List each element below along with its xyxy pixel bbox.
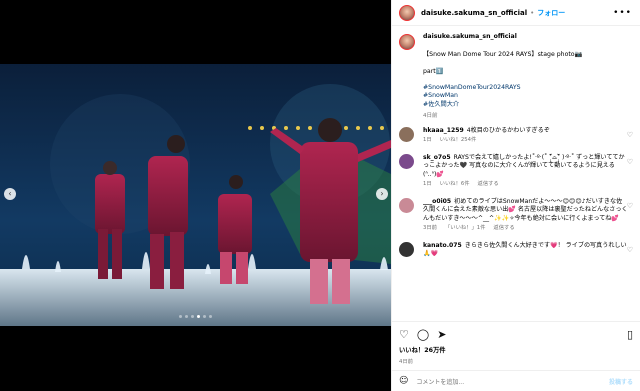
comment-time: 3日前 bbox=[423, 225, 437, 232]
carousel-dot bbox=[203, 315, 206, 318]
author-avatar[interactable] bbox=[399, 4, 415, 21]
caption-line: part1️⃣ bbox=[423, 67, 444, 75]
caption-line bbox=[423, 60, 582, 68]
comment-composer: ☺ コメントを追加... 投稿する bbox=[392, 370, 640, 391]
comment-text: 4枚目のひかるかわいすぎるぞ bbox=[466, 126, 550, 134]
author-username[interactable]: daisuke.sakuma_sn_official bbox=[421, 9, 527, 17]
comment-item: sk_o7o5 RAYSで会えて嬉しかったよ!˚‧º·(˚ ˃̣̣̥᷄⌓˂̣̣̥᷅… bbox=[399, 153, 633, 189]
post-media[interactable]: ‹ › bbox=[0, 0, 391, 391]
follow-button[interactable]: フォロー bbox=[537, 8, 565, 18]
commenter-avatar[interactable] bbox=[399, 241, 414, 257]
carousel-dot bbox=[191, 315, 194, 318]
carousel-prev-button[interactable]: ‹ bbox=[4, 188, 16, 200]
commenter-username[interactable]: ___o0i05 bbox=[423, 198, 451, 205]
header-separator: • bbox=[530, 8, 535, 17]
caption-line: 【Snow Man Dome Tour 2024 RAYS】stage phot… bbox=[423, 51, 583, 59]
post-caption: daisuke.sakuma_sn_official 【Snow Man Dom… bbox=[392, 26, 640, 121]
hashtag-link[interactable]: #SnowMan bbox=[423, 92, 582, 100]
comment-time: 1日 bbox=[423, 137, 432, 144]
comment-item: kanato.075 きらきら佐久間くん大好きです💗！ ライブの写真うれしい🙏💗 … bbox=[399, 241, 633, 259]
carousel-indicator bbox=[0, 315, 391, 318]
caption-avatar[interactable] bbox=[399, 34, 415, 50]
commenter-avatar[interactable] bbox=[399, 153, 414, 169]
hashtag-link[interactable]: #SnowManDomeTour2024RAYS bbox=[423, 84, 582, 92]
post-time: 4日前 bbox=[399, 359, 413, 365]
post-panel: daisuke.sakuma_sn_official • フォロー ••• da… bbox=[391, 0, 640, 391]
caption-username[interactable]: daisuke.sakuma_sn_official bbox=[423, 33, 517, 40]
reply-button[interactable]: 返信する bbox=[493, 225, 514, 231]
comment-item: ___o0i05 初めてのライブはSnowManだよ〜〜〜😊😊😊♪だいすきな佐久間… bbox=[399, 197, 633, 233]
comment-likes[interactable]: いいね！254件 bbox=[440, 137, 477, 143]
hashtag-link[interactable]: #佐久間大介 bbox=[423, 101, 582, 109]
commenter-avatar[interactable] bbox=[399, 197, 414, 213]
caption-time: 4日前 bbox=[423, 113, 438, 120]
carousel-dot bbox=[209, 315, 212, 318]
post-header: daisuke.sakuma_sn_official • フォロー ••• bbox=[392, 0, 640, 26]
heart-icon[interactable]: ♡ bbox=[627, 131, 633, 141]
ellipsis-icon[interactable]: ••• bbox=[613, 8, 632, 18]
carousel-dot bbox=[197, 315, 200, 318]
comment-list: hkaaa_1259 4枚目のひかるかわいすぎるぞ 1日 いいね！254件 ♡ sk… bbox=[392, 121, 640, 259]
carousel-dot bbox=[185, 315, 188, 318]
comment-text: RAYSで会えて嬉しかったよ!˚‧º·(˚ ˃̣̣̥᷄⌓˂̣̣̥᷅ )‧º·˚ … bbox=[423, 153, 625, 178]
heart-icon[interactable]: ♡ bbox=[627, 158, 633, 168]
commenter-avatar[interactable] bbox=[399, 126, 414, 142]
action-bar: ♡ ◯ ➤ ▯ いいね！26万件 4日前 bbox=[392, 321, 640, 365]
carousel-dot bbox=[179, 315, 182, 318]
post-comment-button[interactable]: 投稿する bbox=[609, 377, 633, 386]
comment-icon[interactable]: ◯ bbox=[417, 329, 429, 340]
comment-likes[interactable]: 「いいね！」1件 bbox=[445, 225, 485, 231]
heart-icon[interactable]: ♡ bbox=[399, 329, 409, 340]
comment-text: 初めてのライブはSnowManだよ〜〜〜😊😊😊♪だいすきな佐久間くんに会えた素敵… bbox=[423, 197, 628, 222]
share-icon[interactable]: ➤ bbox=[437, 329, 446, 340]
comment-item: hkaaa_1259 4枚目のひかるかわいすぎるぞ 1日 いいね！254件 ♡ bbox=[399, 126, 633, 145]
heart-icon[interactable]: ♡ bbox=[627, 202, 633, 212]
reply-button[interactable]: 返信する bbox=[478, 181, 499, 187]
like-count[interactable]: いいね！26万件 bbox=[399, 345, 634, 354]
commenter-username[interactable]: sk_o7o5 bbox=[423, 154, 451, 161]
smiley-icon[interactable]: ☺ bbox=[399, 376, 408, 386]
commenter-username[interactable]: kanato.075 bbox=[423, 242, 462, 249]
caption-line bbox=[423, 76, 582, 84]
comment-likes[interactable]: いいね！6件 bbox=[440, 181, 470, 187]
stage-photo bbox=[0, 64, 391, 326]
heart-icon[interactable]: ♡ bbox=[627, 246, 633, 256]
bookmark-icon[interactable]: ▯ bbox=[627, 329, 633, 340]
carousel-next-button[interactable]: › bbox=[376, 188, 388, 200]
comment-time: 1日 bbox=[423, 181, 432, 188]
commenter-username[interactable]: hkaaa_1259 bbox=[423, 127, 464, 134]
comment-input[interactable]: コメントを追加... bbox=[416, 377, 464, 386]
